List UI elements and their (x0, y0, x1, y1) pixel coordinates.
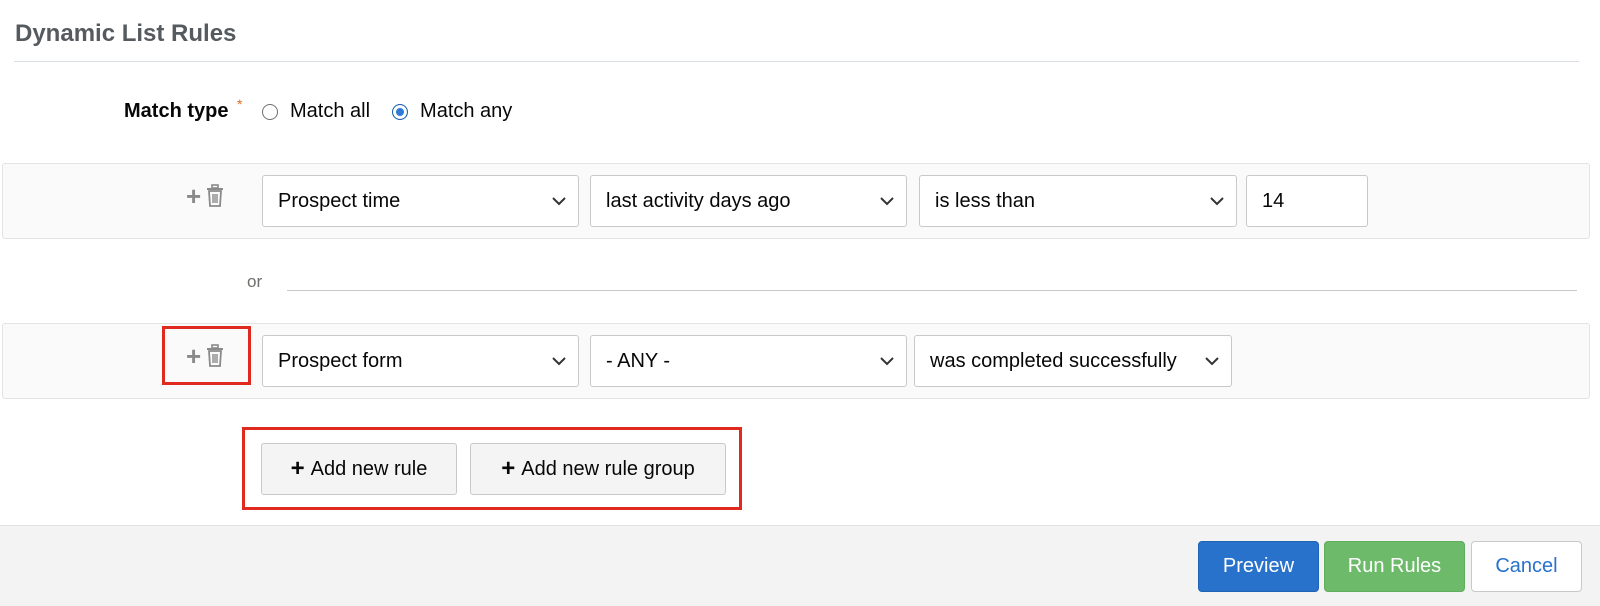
rule-1-operator-select[interactable]: last activity days ago (590, 175, 907, 227)
plus-icon: + (501, 455, 516, 482)
rule-1-value-input[interactable]: 14 (1246, 175, 1368, 227)
rule-2-field-select[interactable]: Prospect form (262, 335, 579, 387)
rule-1-field-value: Prospect time (278, 189, 401, 212)
preview-button[interactable]: Preview (1198, 541, 1319, 592)
radio-match-all[interactable]: Match all (262, 100, 370, 123)
rule-1-condition-select[interactable]: is less than (919, 175, 1237, 227)
required-marker: * (237, 96, 243, 112)
header-divider (14, 61, 1579, 62)
or-separator-line (287, 290, 1577, 291)
chevron-down-icon (880, 197, 894, 206)
chevron-down-icon (552, 197, 566, 206)
radio-match-all-label: Match all (290, 100, 371, 122)
or-separator-label: or (247, 272, 263, 291)
radio-match-any-label: Match any (420, 100, 513, 122)
rule-2-operator-value: - ANY - (606, 349, 671, 372)
rule-1-field-select[interactable]: Prospect time (262, 175, 579, 227)
run-rules-button[interactable]: Run Rules (1324, 541, 1465, 592)
highlight-rule-actions (162, 326, 251, 385)
chevron-down-icon (1205, 357, 1219, 366)
footer-bar: Preview Run Rules Cancel (0, 525, 1600, 606)
cancel-button[interactable]: Cancel (1471, 541, 1582, 592)
rule-row-1: + Prospect time last activity days ago i… (2, 163, 1590, 239)
rule-2-condition-select[interactable]: was completed successfully (914, 335, 1232, 387)
match-type-row: Match type * Match all Match any (0, 96, 1600, 128)
rule-1-condition-value: is less than (935, 189, 1036, 212)
chevron-down-icon (880, 357, 894, 366)
rule-1-value-text: 14 (1262, 189, 1285, 212)
add-new-rule-group-label: Add new rule group (521, 457, 695, 480)
add-new-rule-label: Add new rule (310, 457, 428, 480)
add-new-rule-group-button[interactable]: + Add new rule group (470, 443, 726, 495)
rule-1-operator-value: last activity days ago (606, 189, 791, 212)
trash-icon[interactable] (205, 184, 225, 208)
rule-1-actions: + (186, 183, 225, 209)
radio-match-any-circle[interactable] (392, 103, 409, 120)
plus-icon: + (290, 455, 305, 482)
rule-2-condition-value: was completed successfully (930, 349, 1177, 372)
chevron-down-icon (1210, 197, 1224, 206)
match-type-label: Match type (124, 100, 229, 122)
dynamic-list-rules-page: Dynamic List Rules Match type * Match al… (0, 0, 1600, 606)
radio-match-all-circle[interactable] (262, 103, 278, 120)
plus-icon[interactable]: + (186, 183, 201, 209)
rule-2-operator-select[interactable]: - ANY - (590, 335, 907, 387)
match-type-radio-group: Match all Match any (262, 100, 534, 123)
radio-match-any[interactable]: Match any (392, 100, 512, 123)
add-new-rule-button[interactable]: + Add new rule (261, 443, 457, 495)
rule-2-field-value: Prospect form (278, 349, 403, 372)
page-title: Dynamic List Rules (15, 20, 237, 47)
chevron-down-icon (552, 357, 566, 366)
